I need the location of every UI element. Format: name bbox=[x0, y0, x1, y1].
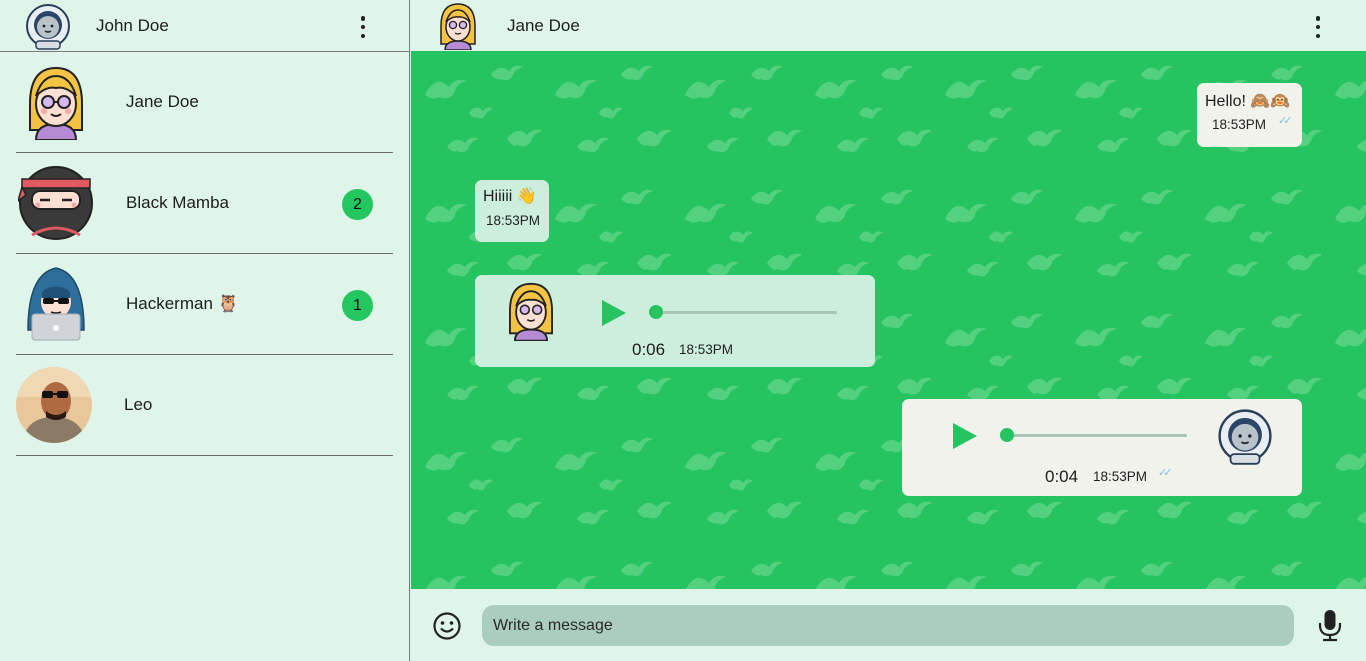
contact-item-black-mamba[interactable]: Black Mamba 2 bbox=[16, 153, 393, 254]
sidebar: John Doe Jane Doe Black Mamba 2 Hackerma… bbox=[0, 0, 410, 661]
kebab-dot-icon bbox=[1315, 33, 1321, 38]
unread-badge: 2 bbox=[342, 189, 373, 220]
contact-name: Hackerman 🦉 bbox=[126, 294, 239, 313]
read-receipt-icon: ✓✓ bbox=[1158, 467, 1173, 479]
sidebar-header: John Doe bbox=[0, 0, 409, 52]
message-text: Hello! 🙈🙉 bbox=[1205, 93, 1291, 110]
contact-item-hackerman[interactable]: Hackerman 🦉 1 bbox=[16, 254, 393, 355]
kebab-dot-icon bbox=[360, 24, 366, 30]
kebab-dot-icon bbox=[1315, 16, 1321, 21]
contact-name: Jane Doe bbox=[126, 92, 199, 111]
audio-seek-handle[interactable] bbox=[1000, 428, 1014, 442]
kebab-dot-icon bbox=[360, 16, 366, 21]
read-receipt-icon: ✓✓ bbox=[1278, 115, 1293, 127]
astronaut-avatar-icon[interactable] bbox=[24, 2, 72, 50]
composer bbox=[411, 589, 1366, 661]
audio-duration: 0:04 bbox=[1045, 467, 1079, 486]
ninja-avatar-icon bbox=[16, 165, 94, 241]
contact-list: Jane Doe Black Mamba 2 Hackerman 🦉 1 Leo bbox=[0, 52, 409, 456]
blonde-girl-avatar-icon[interactable] bbox=[437, 2, 479, 51]
audio-message-outgoing[interactable]: 0:04 18:53PM ✓✓ bbox=[902, 399, 1302, 496]
microphone-icon[interactable] bbox=[1317, 608, 1343, 647]
contact-name: Leo bbox=[124, 395, 153, 414]
play-icon[interactable] bbox=[951, 421, 979, 456]
chat-menu-button[interactable] bbox=[1308, 16, 1328, 38]
message-time: 18:53PM bbox=[486, 213, 541, 228]
emoji-icon[interactable] bbox=[432, 611, 462, 646]
message-bubble-outgoing[interactable]: Hello! 🙈🙉 18:53PM ✓✓ bbox=[1197, 83, 1302, 147]
sidebar-menu-button[interactable] bbox=[353, 16, 373, 38]
unread-badge: 1 bbox=[342, 290, 373, 321]
message-time: 18:53PM bbox=[1093, 469, 1148, 484]
message-area[interactable]: Hello! 🙈🙉 18:53PM ✓✓ Hiiiii 👋 18:53PM 0:… bbox=[411, 51, 1366, 589]
audio-message-incoming[interactable]: 0:06 18:53PM bbox=[475, 275, 875, 367]
chat-peer-name: Jane Doe bbox=[507, 15, 580, 35]
play-icon[interactable] bbox=[600, 298, 628, 333]
blonde-girl-avatar-icon bbox=[505, 281, 557, 342]
audio-duration: 0:06 bbox=[632, 340, 666, 359]
audio-progress-track[interactable] bbox=[1008, 434, 1187, 437]
photo-avatar-icon bbox=[16, 367, 92, 443]
chat-header: Jane Doe bbox=[411, 0, 1366, 51]
chat-panel: Jane Doe Hello! 🙈🙉 18:53PM ✓✓ Hiiiii 👋 1… bbox=[411, 0, 1366, 661]
audio-seek-handle[interactable] bbox=[649, 305, 663, 319]
kebab-dot-icon bbox=[360, 33, 366, 38]
message-text: Hiiiii 👋 bbox=[483, 188, 537, 205]
blonde-girl-avatar-icon bbox=[18, 64, 94, 141]
message-time: 18:53PM bbox=[679, 342, 734, 357]
message-input[interactable] bbox=[482, 605, 1294, 646]
contact-item-jane-doe[interactable]: Jane Doe bbox=[16, 52, 393, 153]
contact-item-leo[interactable]: Leo bbox=[16, 355, 393, 456]
contact-name: Black Mamba bbox=[126, 193, 229, 212]
current-user-name: John Doe bbox=[96, 15, 169, 35]
message-bubble-incoming[interactable]: Hiiiii 👋 18:53PM bbox=[475, 180, 549, 242]
kebab-dot-icon bbox=[1315, 24, 1321, 30]
hacker-avatar-icon bbox=[18, 266, 94, 342]
audio-progress-track[interactable] bbox=[655, 311, 837, 314]
message-time: 18:53PM bbox=[1212, 117, 1267, 132]
astronaut-avatar-icon bbox=[1216, 407, 1274, 465]
